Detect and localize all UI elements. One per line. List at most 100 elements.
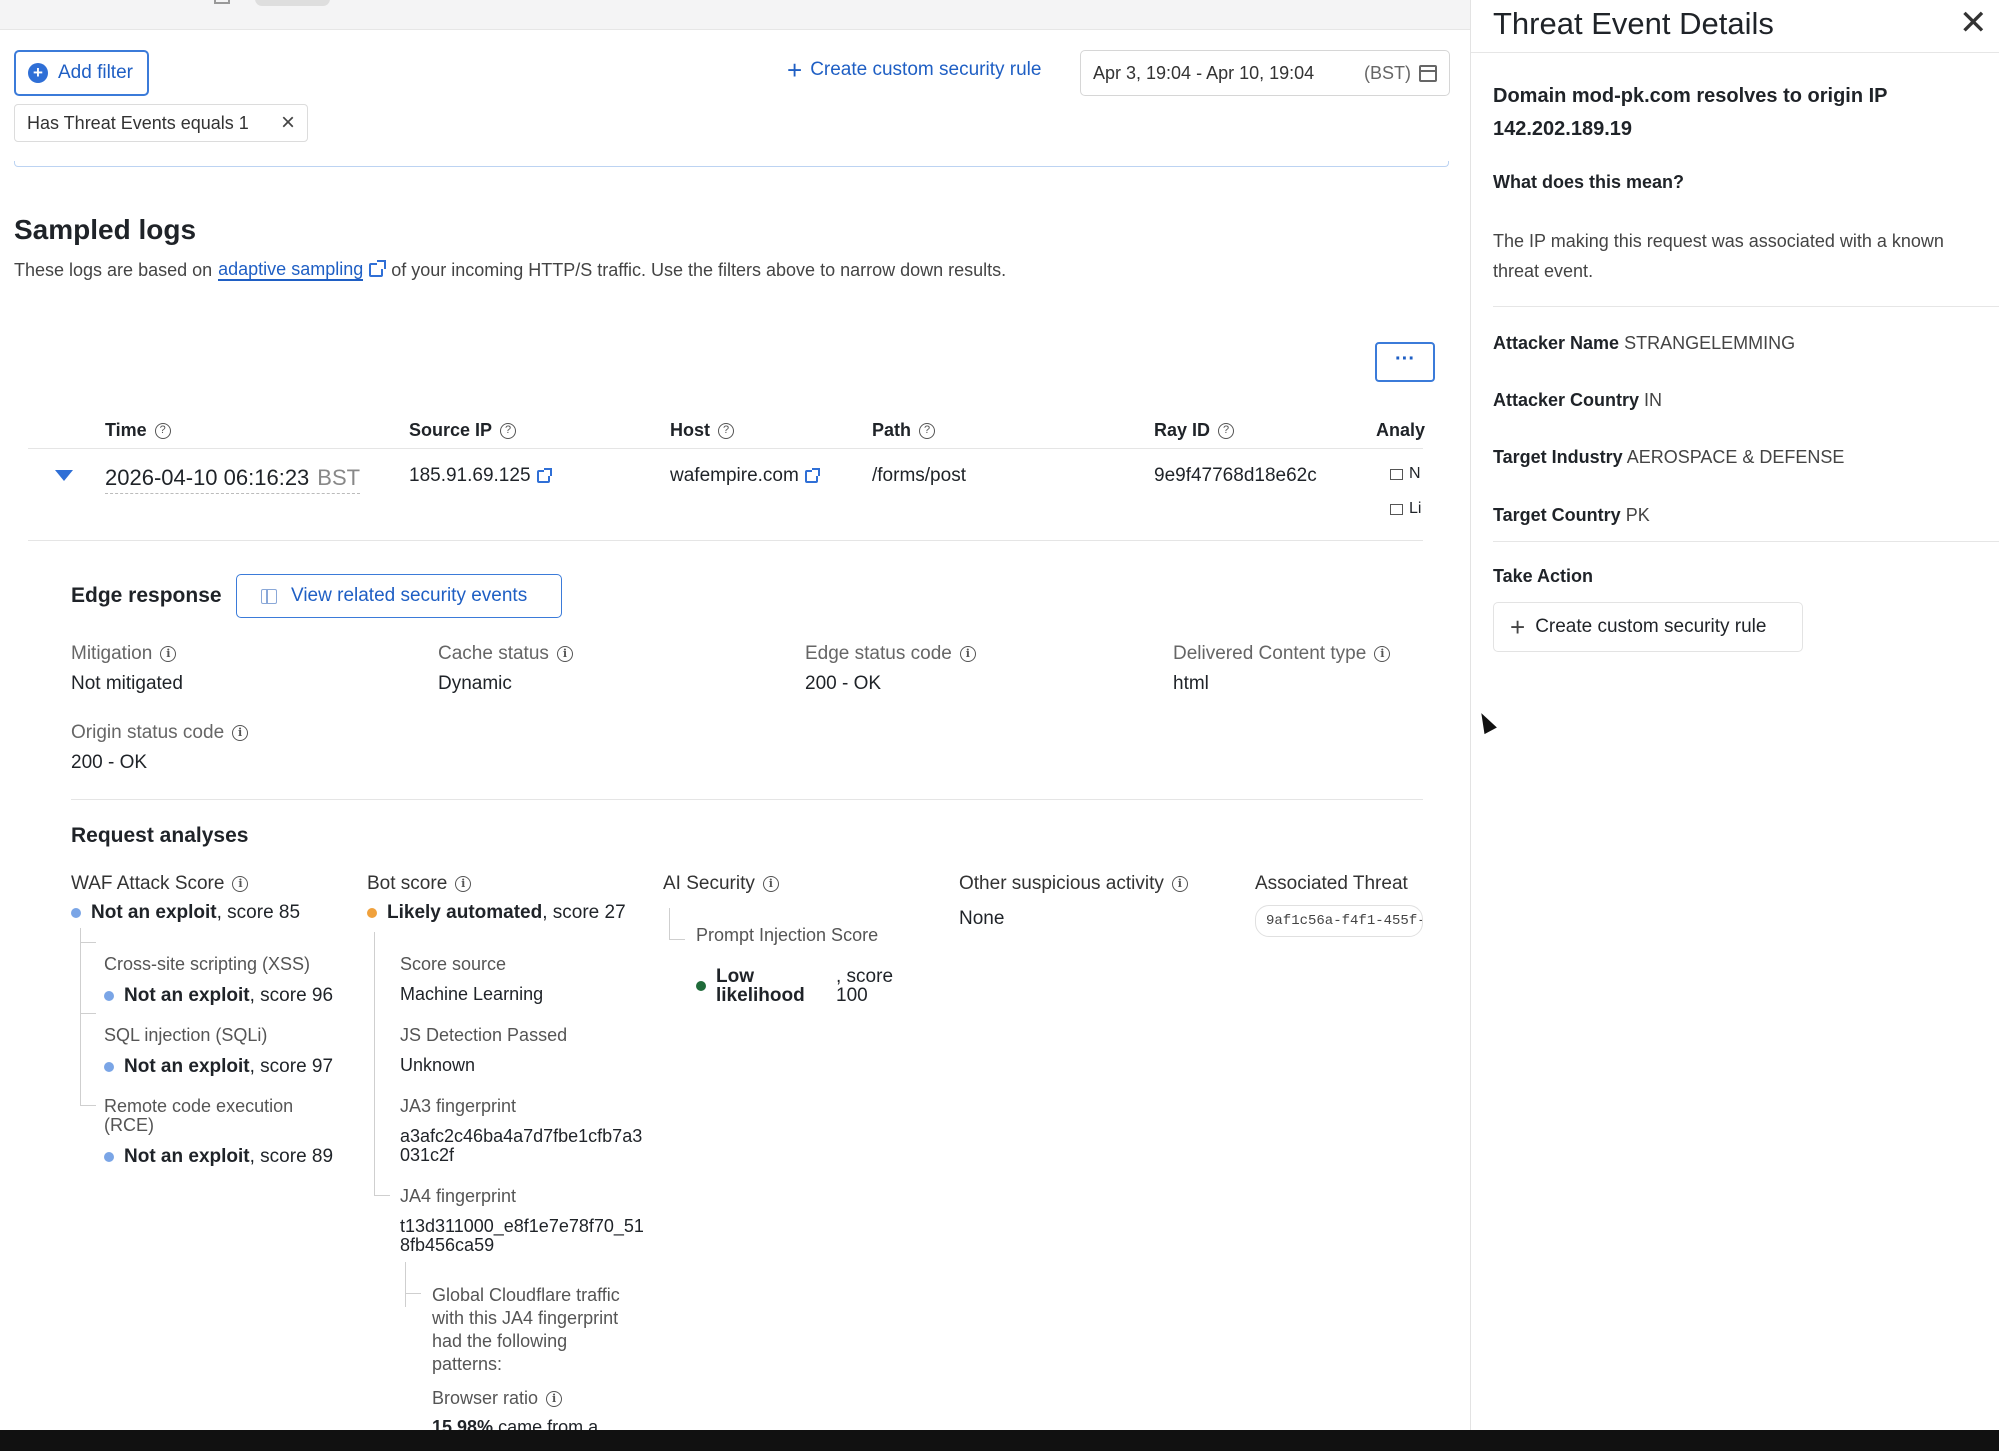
status-dot: [696, 981, 706, 991]
table-row-source-ip[interactable]: 185.91.69.125: [409, 465, 552, 487]
date-range-value: Apr 3, 19:04 - Apr 10, 19:04: [1093, 62, 1315, 83]
header-label: Host: [670, 420, 710, 440]
caret-down-icon[interactable]: [55, 470, 73, 481]
score: , score 97: [249, 1056, 334, 1077]
side-divider: [1493, 541, 1999, 542]
filter-chip[interactable]: Has Threat Events equals 1 ×: [14, 104, 308, 142]
view-related-events-button[interactable]: View related security events: [236, 574, 562, 618]
column-header-ray-id[interactable]: Ray ID?: [1154, 420, 1235, 441]
column-header-analytics[interactable]: Analy: [1376, 420, 1425, 441]
column-header-host[interactable]: Host?: [670, 420, 734, 441]
kv-value: STRANGELEMMING: [1624, 333, 1796, 353]
help-icon[interactable]: ?: [718, 422, 734, 439]
bot-score-title: Bot score i: [367, 873, 472, 895]
column-header-source-ip[interactable]: Source IP?: [409, 420, 517, 441]
table-row-path: /forms/post: [872, 465, 966, 486]
verdict: Not an exploit: [124, 1056, 250, 1077]
content-type-value: html: [1173, 673, 1209, 694]
tab-pill[interactable]: [255, 0, 330, 6]
header-label: Ray ID: [1154, 420, 1211, 440]
adaptive-sampling-link[interactable]: adaptive sampling: [218, 259, 364, 281]
tree-line: [405, 1262, 406, 1307]
label-text: Origin status code: [71, 722, 225, 743]
date-range-picker[interactable]: Apr 3, 19:04 - Apr 10, 19:04 (BST): [1080, 50, 1450, 96]
side-divider: [1471, 52, 1999, 53]
analytics-1-value: N: [1409, 465, 1421, 482]
row-host-value: wafempire.com: [670, 465, 799, 486]
table-row-time: 2026-04-10 06:16:23 BST: [105, 465, 361, 494]
help-icon[interactable]: ?: [500, 422, 517, 439]
score: , score 96: [249, 985, 334, 1006]
info-icon[interactable]: i: [556, 646, 573, 662]
plus-icon: +: [787, 55, 803, 85]
create-custom-rule-link[interactable]: + Create custom security rule: [787, 55, 1041, 85]
info-icon[interactable]: i: [232, 725, 249, 741]
threat-event-details-panel: Threat Event Details ✕ Domain mod-pk.com…: [1470, 0, 1999, 1430]
rce-label: Remote code execution (RCE): [104, 1096, 294, 1135]
header-label: Source IP: [409, 420, 493, 440]
external-link-icon[interactable]: [804, 467, 820, 483]
tree-line: [80, 928, 81, 1106]
table-row-analytics-2: Li: [1390, 500, 1421, 518]
info-icon[interactable]: i: [546, 1390, 563, 1407]
timezone-label: (BST): [1364, 62, 1411, 83]
info-icon[interactable]: i: [1171, 876, 1188, 892]
bot-score: Likely automated, score 27: [367, 902, 626, 924]
score: , score 100: [836, 966, 894, 1006]
tree-line: [669, 939, 685, 940]
info-icon[interactable]: i: [160, 646, 177, 662]
info-icon[interactable]: i: [1374, 646, 1391, 662]
help-icon[interactable]: ?: [1218, 422, 1235, 439]
column-header-path[interactable]: Path?: [872, 420, 936, 441]
row-timezone: BST: [317, 465, 361, 490]
xss-score: Not an exploit, score 96: [104, 985, 333, 1007]
info-icon[interactable]: i: [959, 646, 976, 662]
table-header-divider: [28, 448, 1423, 449]
associated-threat-chip[interactable]: 9af1c56a-f4f1-455f-: [1255, 905, 1423, 937]
label-text: Cache status: [438, 643, 549, 664]
label-text: WAF Attack Score: [71, 873, 225, 894]
info-icon[interactable]: i: [762, 876, 779, 892]
status-dot: [104, 1062, 114, 1072]
mitigation-value: Not mitigated: [71, 673, 183, 694]
ja4-value: t13d311000_e8f1e7e78f70_518fb456ca59: [400, 1216, 644, 1255]
sqli-score: Not an exploit, score 97: [104, 1056, 333, 1078]
info-icon[interactable]: i: [232, 876, 249, 892]
other-suspicious-value: None: [959, 908, 1005, 929]
prompt-injection-label: Prompt Injection Score: [696, 925, 879, 945]
create-custom-rule-button[interactable]: + Create custom security rule: [1493, 602, 1803, 652]
more-options-button[interactable]: ···: [1375, 342, 1435, 382]
column-header-time[interactable]: Time?: [105, 420, 171, 441]
plus-circle-icon: +: [28, 63, 48, 83]
edge-status-value: 200 - OK: [805, 673, 882, 694]
info-icon[interactable]: i: [455, 876, 472, 892]
status-dot: [71, 908, 81, 918]
close-icon[interactable]: ✕: [1959, 6, 1988, 40]
panel-icon: [261, 588, 277, 604]
threat-explanation: The IP making this request was associate…: [1493, 231, 1944, 281]
tree-line: [374, 1195, 390, 1196]
plus-icon: +: [1510, 611, 1526, 642]
js-detection-value: Unknown: [400, 1055, 476, 1075]
external-link-icon: [369, 260, 387, 277]
row-source-ip-value: 185.91.69.125: [409, 465, 531, 486]
header-label: Path: [872, 420, 912, 440]
js-detection-label: JS Detection Passed: [400, 1025, 568, 1045]
origin-status-label: Origin status code i: [71, 722, 249, 744]
help-icon[interactable]: ?: [919, 422, 936, 439]
what-does-this-mean: What does this mean?: [1493, 172, 1685, 192]
help-icon[interactable]: ?: [154, 422, 171, 439]
kv-label: Attacker Country: [1493, 390, 1640, 410]
score: , score 27: [542, 902, 626, 923]
target-country: Target Country PK: [1493, 505, 1650, 526]
taskbar-strip: [0, 1430, 1999, 1451]
row-time-value: 2026-04-10 06:16:23: [105, 465, 310, 490]
prompt-injection-score: Low likelihood , score 100: [696, 967, 908, 1005]
external-link-icon[interactable]: [536, 467, 552, 483]
close-icon[interactable]: ×: [281, 111, 295, 135]
add-filter-button[interactable]: + Add filter: [14, 50, 149, 96]
label-text: Other suspicious activity: [959, 873, 1164, 894]
tab-icon: [214, 0, 230, 4]
desc-prefix: These logs are based on: [14, 259, 213, 280]
table-row-host[interactable]: wafempire.com: [670, 465, 820, 487]
